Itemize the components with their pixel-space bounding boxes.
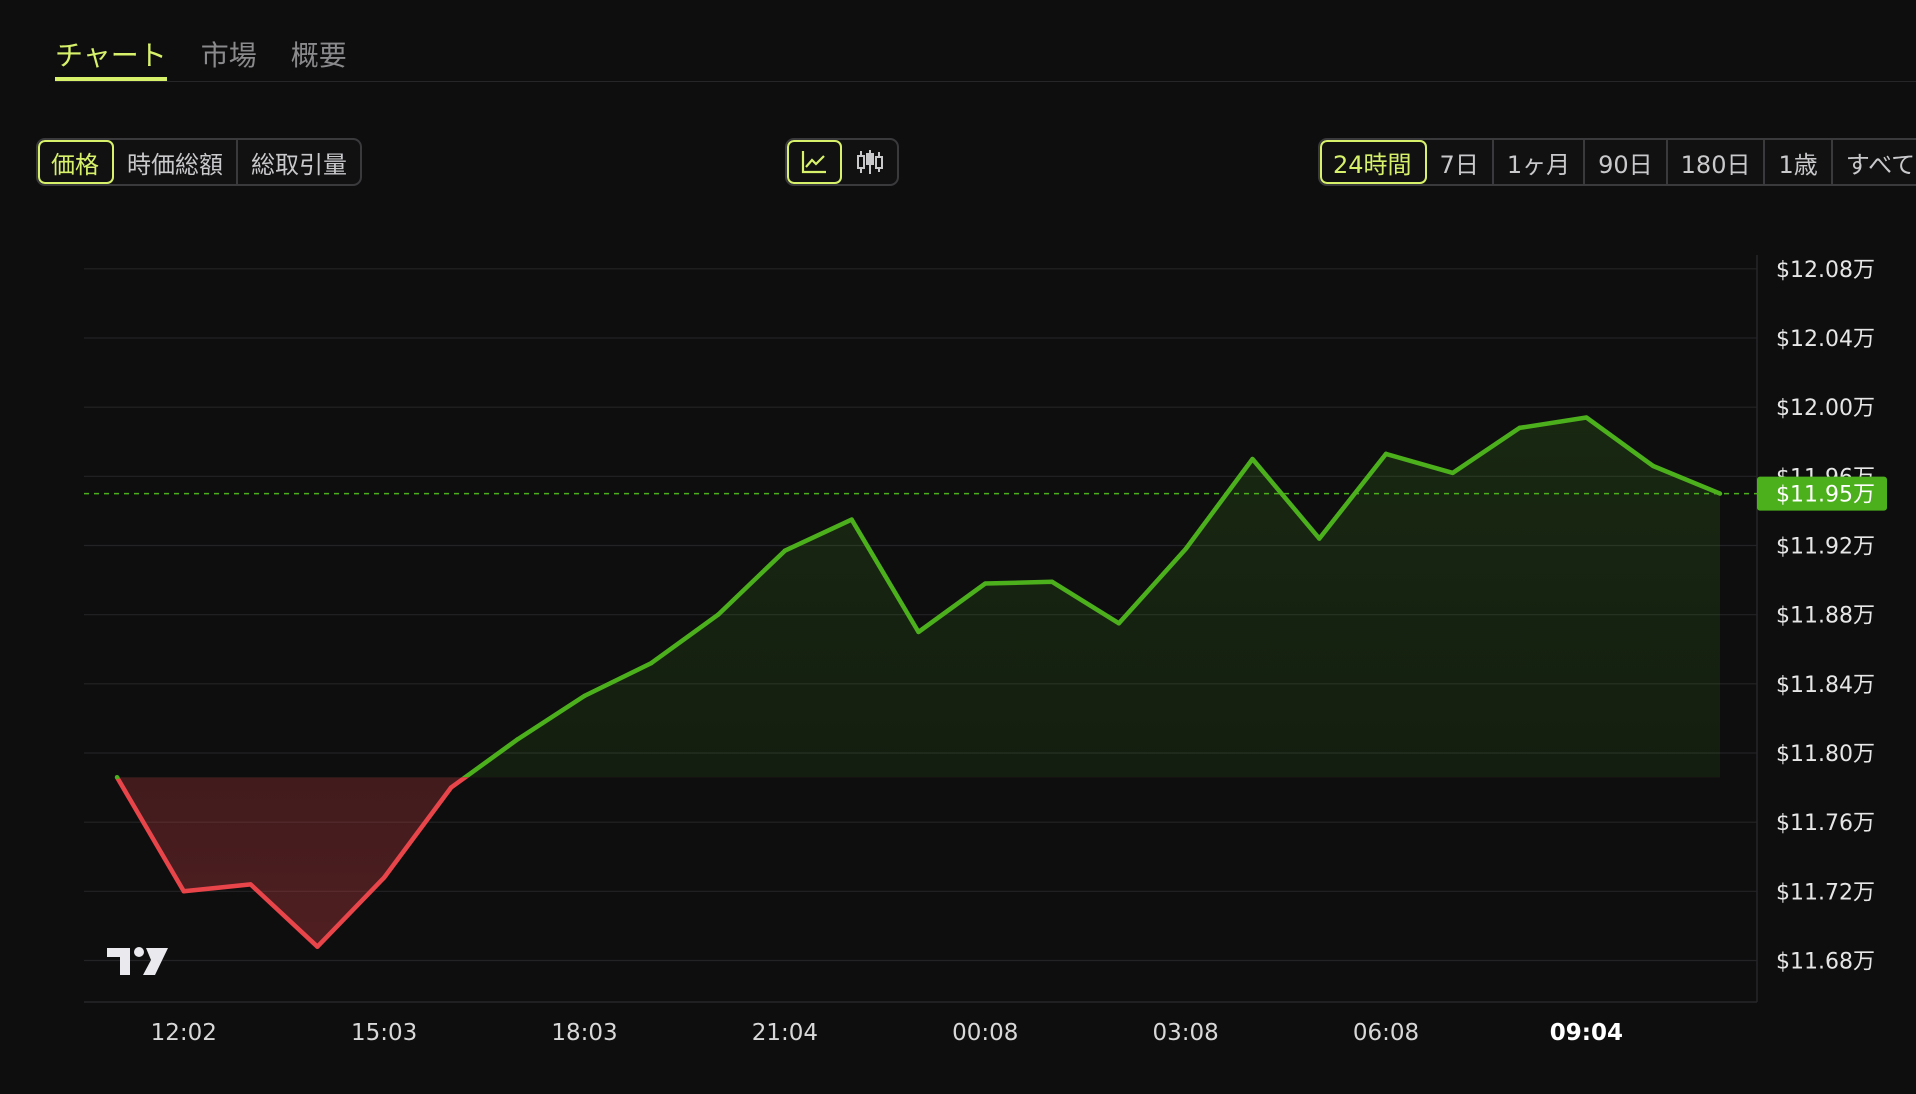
x-axis-labels: 12:02 15:03 18:03 21:04 00:08 03:08 06:08 09:04 [151,1020,1623,1046]
y-tick-label: $12.08万 [1776,258,1875,283]
price-chart: $12.08万$12.04万$12.00万$11.96万$11.92万$11.8… [84,255,1887,1046]
data-point [1116,621,1122,626]
y-tick-label: $11.84万 [1776,673,1875,698]
x-tick-label: 00:08 [952,1020,1018,1046]
data-point [1517,425,1522,431]
data-point [983,581,988,586]
current-price-label: $11.95万 [1776,483,1875,508]
y-axis-labels: $12.08万$12.04万$12.00万$11.96万$11.92万$11.8… [1776,258,1875,975]
data-point [1450,470,1456,476]
data-point [515,736,520,742]
data-point [381,875,387,880]
current-price-tag: $11.95万 [1757,476,1887,511]
y-tick-label: $11.88万 [1776,604,1875,629]
y-tick-label: $11.92万 [1776,535,1875,560]
data-point [1250,456,1255,462]
data-point [1651,463,1656,469]
data-point [782,548,788,553]
y-tick-label: $11.76万 [1776,811,1875,836]
data-point [1049,579,1055,585]
data-point [849,517,854,522]
data-point [181,889,186,894]
data-point [448,785,454,790]
y-tick-label: $11.68万 [1776,950,1875,975]
data-point [715,612,721,617]
data-point [114,775,120,780]
y-tick-label: $12.00万 [1776,396,1875,421]
data-point [248,882,253,887]
data-point [1383,451,1389,457]
data-point [1584,415,1589,420]
data-point [916,629,921,635]
data-point [1317,536,1322,541]
data-point [649,660,654,666]
y-tick-label: $11.72万 [1776,880,1875,905]
x-tick-label: 15:03 [351,1020,417,1046]
x-tick-label: 09:04 [1550,1020,1623,1046]
y-tick-label: $12.04万 [1776,327,1875,352]
x-tick-label: 03:08 [1153,1020,1219,1046]
data-point [315,944,320,949]
y-tick-label: $11.80万 [1776,742,1875,767]
x-tick-label: 21:04 [752,1020,818,1046]
x-tick-label: 18:03 [551,1020,617,1046]
x-tick-label: 12:02 [151,1020,217,1046]
data-point [1183,546,1188,552]
data-point [582,693,587,699]
x-tick-label: 06:08 [1353,1020,1419,1046]
chart-panel: チャート 市場 概要 価格 時価総額 総取引量 24時間 7日 1ヶ月 90日 … [0,0,1916,1094]
